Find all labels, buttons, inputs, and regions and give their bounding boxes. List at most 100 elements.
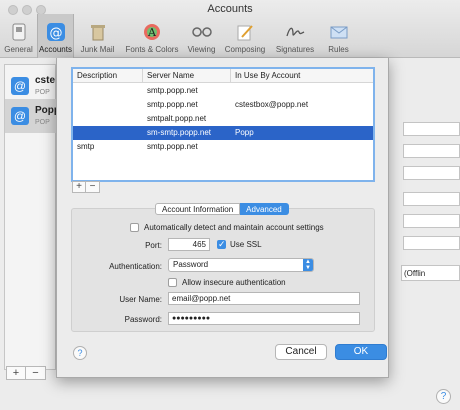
- table-row-selected[interactable]: sm-smtp.popp.net Popp: [73, 126, 373, 140]
- remove-server-button[interactable]: −: [86, 181, 100, 193]
- use-ssl-label: Use SSL: [230, 240, 262, 249]
- at-sign-icon: @: [11, 107, 29, 125]
- column-header-server-name[interactable]: Server Name: [143, 69, 231, 83]
- background-field[interactable]: [403, 214, 460, 228]
- toolbar-rules[interactable]: Rules: [320, 14, 357, 58]
- help-button-background[interactable]: ?: [436, 389, 451, 404]
- allow-insecure-label: Allow insecure authentication: [182, 278, 286, 287]
- toolbar-signatures[interactable]: Signatures: [270, 14, 320, 58]
- cell-account: Popp: [235, 128, 254, 137]
- background-field[interactable]: [403, 122, 460, 136]
- table-row[interactable]: smtp smtp.popp.net: [73, 140, 373, 154]
- offline-popup[interactable]: (Offlin: [401, 265, 460, 281]
- account-type: POP: [35, 89, 50, 96]
- server-settings-group: Automatically detect and maintain accoun…: [71, 208, 375, 332]
- account-row-cste[interactable]: @ cste POP: [5, 69, 57, 103]
- column-header-description[interactable]: Description: [73, 69, 143, 83]
- allow-insecure-checkbox[interactable]: [168, 278, 177, 287]
- switch-icon: [9, 22, 29, 42]
- envelope-rules-icon: [329, 22, 349, 42]
- toolbar-accounts[interactable]: @ Accounts: [37, 14, 74, 58]
- toolbar-composing[interactable]: Composing: [220, 14, 270, 58]
- at-sign-icon: @: [46, 22, 66, 42]
- cell-account: cstestbox@popp.net: [235, 100, 309, 109]
- smtp-server-table: Description Server Name In Use By Accoun…: [71, 67, 375, 182]
- port-label: Port:: [145, 241, 162, 250]
- account-name: cste: [35, 75, 56, 86]
- username-field[interactable]: email@popp.net: [168, 292, 360, 305]
- pencil-icon: [235, 22, 255, 42]
- remove-account-button[interactable]: −: [26, 366, 46, 380]
- cancel-button[interactable]: Cancel: [275, 344, 327, 360]
- cell-server: sm-smtp.popp.net: [147, 128, 212, 137]
- glasses-icon: [191, 22, 212, 42]
- cell-description: [73, 98, 143, 112]
- cell-description: [73, 84, 143, 98]
- svg-text:@: @: [49, 26, 62, 41]
- password-field[interactable]: ●●●●●●●●●: [168, 312, 360, 325]
- toolbar-label: Junk Mail: [80, 45, 115, 54]
- ok-button[interactable]: OK: [335, 344, 387, 360]
- toolbar-viewing[interactable]: Viewing: [183, 14, 220, 58]
- username-label: User Name:: [119, 295, 162, 304]
- add-account-button[interactable]: +: [6, 366, 26, 380]
- toolbar-label: Accounts: [39, 45, 72, 54]
- preferences-toolbar: General @ Accounts Junk Mail A Fonts & C…: [0, 14, 357, 58]
- port-field[interactable]: 465: [168, 238, 210, 251]
- cell-server: smtp.popp.net: [147, 142, 198, 151]
- toolbar-general[interactable]: General: [0, 14, 37, 58]
- table-row[interactable]: smtp.popp.net: [73, 84, 373, 98]
- help-button[interactable]: ?: [73, 346, 87, 360]
- settings-tabs: Account Information Advanced: [155, 203, 289, 215]
- toolbar-label: Fonts & Colors: [125, 45, 179, 54]
- cell-account: [231, 84, 373, 98]
- toolbar-junk-mail[interactable]: Junk Mail: [74, 14, 121, 58]
- background-field[interactable]: [403, 192, 460, 206]
- background-field[interactable]: [403, 166, 460, 180]
- account-type: POP: [35, 119, 50, 126]
- authentication-label: Authentication:: [109, 262, 162, 271]
- toolbar-label: Signatures: [275, 45, 315, 54]
- table-row[interactable]: smtpalt.popp.net: [73, 112, 373, 126]
- trash-icon: [88, 22, 108, 42]
- signature-icon: [285, 22, 305, 42]
- auto-detect-checkbox[interactable]: [130, 223, 139, 232]
- title-bar: Accounts General @ Accounts Junk Mail A …: [0, 0, 460, 58]
- server-plus-minus: + −: [72, 181, 100, 193]
- cell-server: smtpalt.popp.net: [147, 114, 207, 123]
- cell-description: [73, 126, 143, 140]
- add-server-button[interactable]: +: [72, 181, 86, 193]
- toolbar-label: Composing: [224, 45, 266, 54]
- account-settings-background: (Offlin: [383, 64, 460, 370]
- table-header: Description Server Name In Use By Accoun…: [73, 69, 373, 83]
- column-header-in-use[interactable]: In Use By Account: [231, 69, 373, 83]
- cell-server: smtp.popp.net: [147, 100, 198, 109]
- accounts-plus-minus: + −: [6, 366, 46, 380]
- use-ssl-checkbox[interactable]: [217, 239, 226, 249]
- tab-account-information[interactable]: Account Information: [155, 203, 241, 215]
- toolbar-fonts-colors[interactable]: A Fonts & Colors: [121, 14, 183, 58]
- smtp-server-sheet: Description Server Name In Use By Accoun…: [56, 58, 389, 378]
- background-field[interactable]: [403, 236, 460, 250]
- table-row[interactable]: smtp.popp.net cstestbox@popp.net: [73, 98, 373, 112]
- account-row-popp[interactable]: @ Popp POP: [5, 99, 60, 133]
- chevron-updown-icon: ▲ ▼: [303, 259, 313, 271]
- cell-account: [231, 140, 373, 154]
- fonts-colors-icon: A: [142, 22, 162, 42]
- authentication-popup[interactable]: Password ▲ ▼: [168, 258, 314, 272]
- cell-description: smtp: [77, 142, 95, 151]
- authentication-value: Password: [173, 260, 209, 269]
- background-field[interactable]: [403, 144, 460, 158]
- auto-detect-label: Automatically detect and maintain accoun…: [144, 223, 324, 232]
- toolbar-label: Viewing: [187, 45, 216, 54]
- cell-description: [73, 112, 143, 126]
- svg-text:A: A: [147, 26, 157, 39]
- accounts-list: @ cste POP @ Popp POP: [4, 64, 60, 370]
- tab-advanced[interactable]: Advanced: [240, 203, 289, 215]
- password-label: Password:: [124, 315, 162, 324]
- toolbar-label: Rules: [328, 45, 349, 54]
- cell-server: smtp.popp.net: [147, 86, 198, 95]
- at-sign-icon: @: [11, 77, 29, 95]
- toolbar-label: General: [4, 45, 33, 54]
- cell-account: [231, 112, 373, 126]
